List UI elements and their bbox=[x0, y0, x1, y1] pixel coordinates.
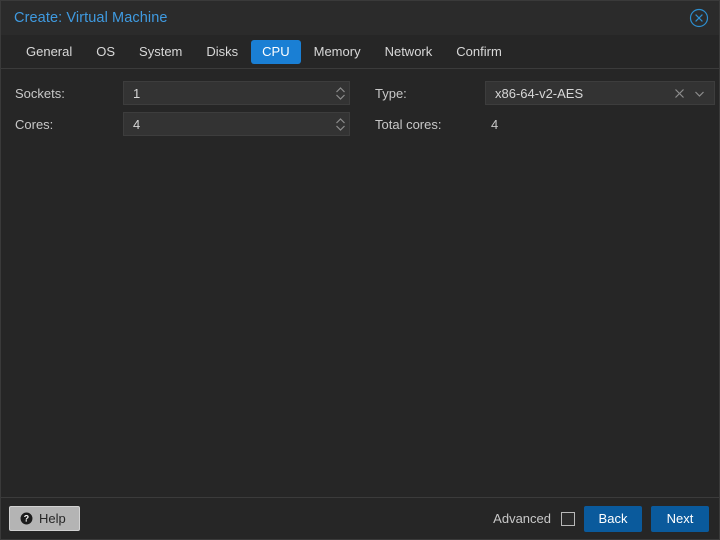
advanced-label: Advanced bbox=[493, 511, 551, 526]
type-label: Type: bbox=[375, 85, 407, 101]
total-cores-value: 4 bbox=[491, 116, 499, 132]
cores-stepper-icon[interactable] bbox=[331, 113, 349, 135]
cpu-type-combobox[interactable]: x86-64-v2-AES bbox=[485, 81, 715, 105]
help-button[interactable]: ? Help bbox=[9, 506, 80, 531]
footer-actions: Advanced Back Next bbox=[493, 505, 709, 532]
create-vm-dialog: Create: Virtual Machine General OS Syste… bbox=[0, 0, 720, 540]
tab-memory[interactable]: Memory bbox=[303, 40, 372, 64]
dialog-titlebar: Create: Virtual Machine bbox=[1, 1, 719, 35]
close-icon[interactable] bbox=[689, 8, 709, 28]
cpu-type-value: x86-64-v2-AES bbox=[495, 85, 584, 101]
clear-x-icon[interactable] bbox=[671, 85, 687, 101]
tab-general[interactable]: General bbox=[15, 40, 83, 64]
advanced-checkbox[interactable] bbox=[561, 511, 575, 526]
back-button[interactable]: Back bbox=[584, 505, 642, 532]
dialog-footer: ? Help Advanced Back Next bbox=[1, 497, 719, 539]
wizard-tabbar: General OS System Disks CPU Memory Netwo… bbox=[1, 35, 719, 69]
dialog-title: Create: Virtual Machine bbox=[14, 10, 168, 26]
cpu-settings-panel: Sockets: 1 Type: x86-64-v2-AES Cores: 4 … bbox=[1, 69, 719, 497]
next-button[interactable]: Next bbox=[651, 505, 709, 532]
tab-network[interactable]: Network bbox=[374, 40, 444, 64]
cpu-type-controls bbox=[671, 85, 714, 101]
sockets-stepper-icon[interactable] bbox=[331, 82, 349, 104]
chevron-down-icon[interactable] bbox=[691, 85, 707, 101]
tab-cpu[interactable]: CPU bbox=[251, 39, 301, 64]
sockets-value: 1 bbox=[133, 85, 141, 101]
help-button-label: Help bbox=[39, 511, 66, 526]
tab-disks[interactable]: Disks bbox=[195, 40, 249, 64]
question-circle-icon: ? bbox=[20, 512, 33, 525]
sockets-label: Sockets: bbox=[15, 85, 65, 101]
cores-value: 4 bbox=[133, 116, 141, 132]
cores-label: Cores: bbox=[15, 116, 54, 132]
svg-text:?: ? bbox=[24, 514, 29, 524]
total-cores-label: Total cores: bbox=[375, 116, 442, 132]
cores-input[interactable]: 4 bbox=[123, 112, 350, 136]
tab-os[interactable]: OS bbox=[85, 40, 126, 64]
sockets-input[interactable]: 1 bbox=[123, 81, 350, 105]
tab-confirm[interactable]: Confirm bbox=[445, 40, 513, 64]
tab-system[interactable]: System bbox=[128, 40, 193, 64]
cpu-form: Sockets: 1 Type: x86-64-v2-AES Cores: 4 … bbox=[1, 81, 719, 136]
